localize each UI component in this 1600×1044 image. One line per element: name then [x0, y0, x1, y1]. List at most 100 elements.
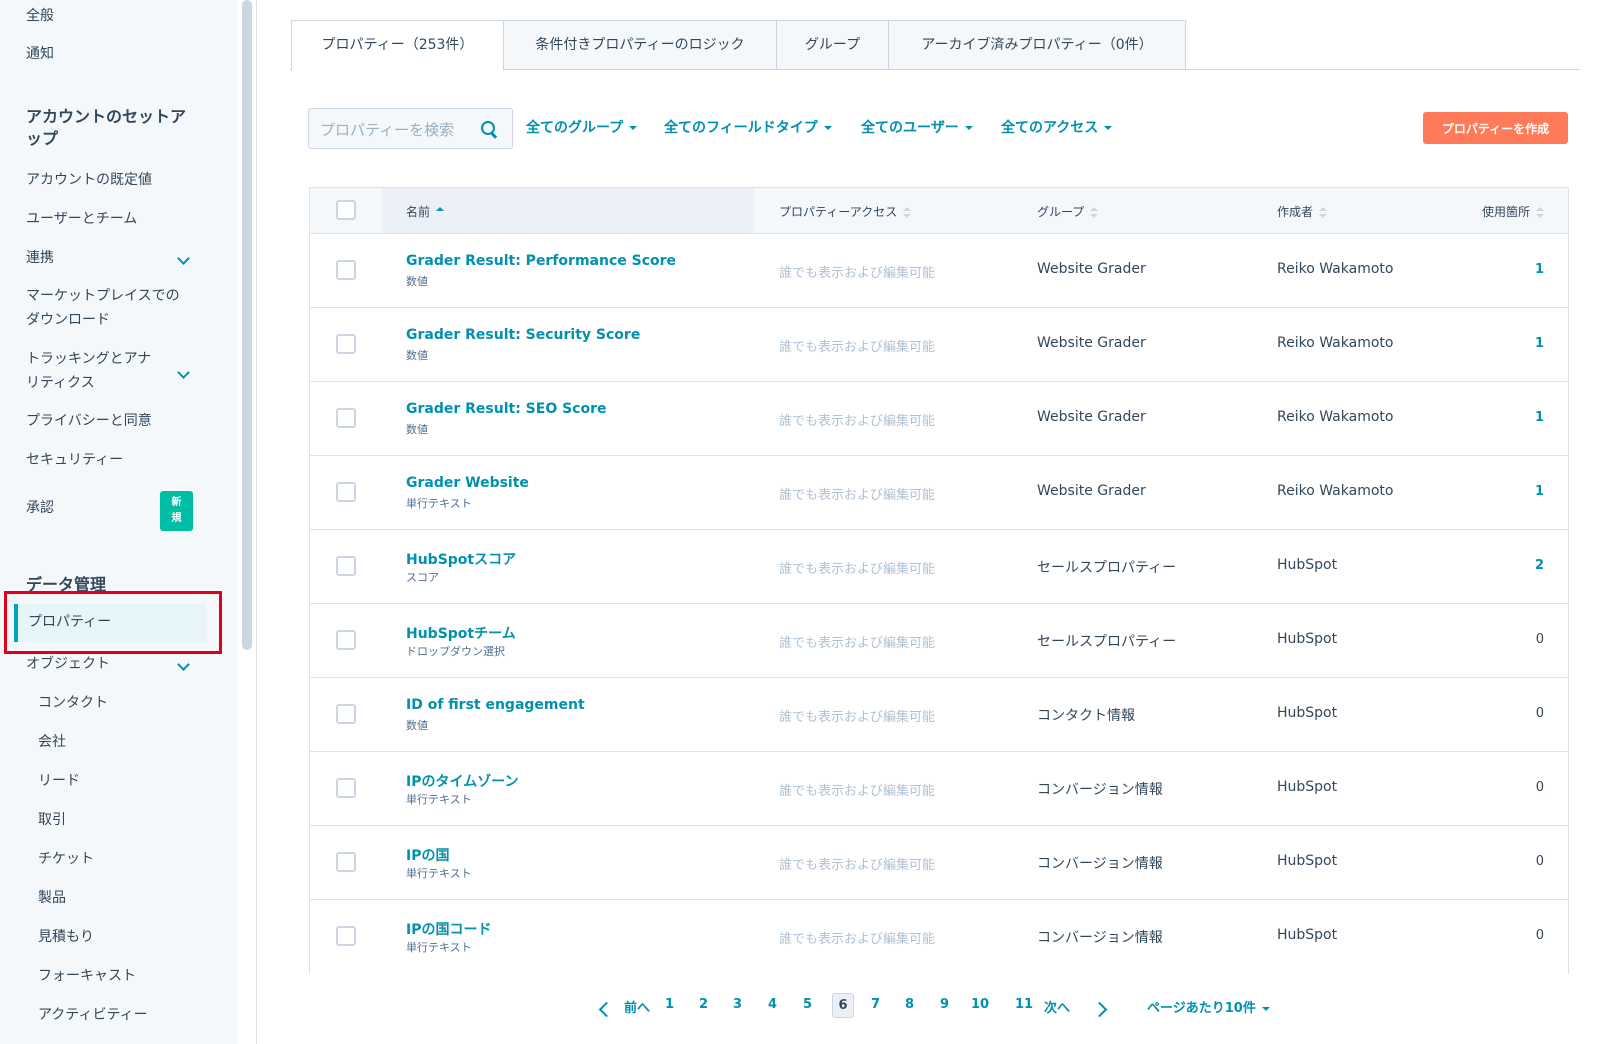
- property-group: Website Grader: [1037, 335, 1146, 351]
- property-name-link[interactable]: Grader Result: SEO Score: [406, 401, 607, 417]
- column-header-creator[interactable]: 作成者: [1277, 203, 1328, 220]
- property-name-link[interactable]: IPの国コード: [406, 919, 491, 939]
- sidebar-item-forecast[interactable]: フォーキャスト: [38, 964, 136, 988]
- property-name-link[interactable]: Grader Result: Security Score: [406, 327, 640, 343]
- property-access: 誰でも表示および編集可能: [779, 710, 936, 725]
- property-type: 単行テキスト: [406, 793, 472, 806]
- tab-properties[interactable]: プロパティー（253件）: [291, 20, 504, 71]
- field-type-filter-dropdown[interactable]: 全てのフィールドタイプ: [664, 117, 832, 137]
- page-8-button[interactable]: 8: [905, 997, 914, 1012]
- property-name-link[interactable]: Grader Website: [406, 475, 529, 491]
- property-name-link[interactable]: HubSpotチーム: [406, 623, 516, 643]
- sidebar-item-users-teams[interactable]: ユーザーとチーム: [26, 207, 137, 231]
- row-checkbox[interactable]: [336, 926, 356, 946]
- sidebar-item-objects[interactable]: オブジェクト: [26, 652, 110, 676]
- row-checkbox[interactable]: [336, 556, 356, 576]
- row-checkbox[interactable]: [336, 630, 356, 650]
- page-11-button[interactable]: 11: [1015, 997, 1033, 1012]
- row-checkbox[interactable]: [336, 482, 356, 502]
- sidebar-item-activities[interactable]: アクティビティー: [38, 1003, 148, 1027]
- user-filter-dropdown[interactable]: 全てのユーザー: [861, 117, 973, 137]
- property-usage-link[interactable]: 2: [1535, 558, 1544, 573]
- page-4-button[interactable]: 4: [768, 997, 777, 1012]
- select-all-checkbox[interactable]: [336, 200, 356, 220]
- property-name-link[interactable]: Grader Result: Performance Score: [406, 253, 676, 269]
- column-header-name[interactable]: 名前: [406, 203, 445, 220]
- chevron-down-icon[interactable]: [178, 256, 188, 266]
- sidebar-item-integrations[interactable]: 連携: [26, 246, 54, 270]
- page-7-button[interactable]: 7: [871, 997, 880, 1012]
- properties-table: 名前 プロパティーアクセス グループ 作成者 使用箇所 Grader Resul…: [309, 187, 1569, 974]
- page-1-button[interactable]: 1: [665, 997, 674, 1012]
- row-checkbox[interactable]: [336, 704, 356, 724]
- sidebar-item-quotes[interactable]: 見積もり: [38, 925, 94, 949]
- property-usage-link[interactable]: 1: [1535, 336, 1544, 351]
- search-icon[interactable]: [481, 121, 496, 136]
- sidebar-item-tickets[interactable]: チケット: [38, 847, 94, 871]
- page-9-button[interactable]: 9: [940, 997, 949, 1012]
- column-header-usage[interactable]: 使用箇所: [1482, 203, 1544, 220]
- property-usage-link[interactable]: 1: [1535, 484, 1544, 499]
- row-checkbox[interactable]: [336, 778, 356, 798]
- column-header-group[interactable]: グループ: [1037, 203, 1099, 220]
- sidebar-item-general[interactable]: 全般: [26, 4, 54, 28]
- column-header-access[interactable]: プロパティーアクセス: [779, 203, 912, 220]
- create-property-button[interactable]: プロパティーを作成: [1423, 112, 1568, 144]
- sidebar-item-security[interactable]: セキュリティー: [26, 448, 123, 472]
- search-input[interactable]: プロパティーを検索: [308, 108, 513, 149]
- property-access: 誰でも表示および編集可能: [779, 266, 936, 281]
- chevron-left-icon[interactable]: [598, 1004, 608, 1014]
- row-checkbox[interactable]: [336, 260, 356, 280]
- group-filter-label: 全てのグループ: [526, 120, 624, 136]
- property-name-link[interactable]: IPの国: [406, 845, 449, 865]
- page-10-button[interactable]: 10: [971, 997, 989, 1012]
- property-usage: 0: [1535, 706, 1544, 721]
- page-3-button[interactable]: 3: [733, 997, 742, 1012]
- page-6-current[interactable]: 6: [832, 993, 854, 1018]
- column-header-creator-label: 作成者: [1277, 205, 1314, 219]
- sidebar-item-contacts[interactable]: コンタクト: [38, 691, 108, 715]
- property-name-link[interactable]: HubSpotスコア: [406, 549, 516, 569]
- sidebar-item-companies[interactable]: 会社: [38, 730, 66, 754]
- chevron-down-icon[interactable]: [178, 662, 188, 672]
- property-access: 誰でも表示および編集可能: [779, 784, 936, 799]
- page-5-button[interactable]: 5: [803, 997, 812, 1012]
- sidebar-item-deals[interactable]: 取引: [38, 808, 66, 832]
- property-usage: 0: [1535, 632, 1544, 647]
- sidebar-item-tracking[interactable]: トラッキングとアナ リティクス: [26, 347, 151, 395]
- sidebar-item-privacy[interactable]: プライバシーと同意: [26, 409, 152, 433]
- property-creator: Reiko Wakamoto: [1277, 335, 1394, 351]
- sidebar-item-approvals[interactable]: 承認: [26, 496, 54, 520]
- table-row: IPの国コード 単行テキスト 誰でも表示および編集可能 コンバージョン情報 Hu…: [310, 900, 1568, 974]
- next-page-button[interactable]: 次へ: [1044, 997, 1070, 1016]
- group-filter-dropdown[interactable]: 全てのグループ: [526, 117, 638, 137]
- sidebar-item-marketplace[interactable]: マーケットプレイスでの ダウンロード: [26, 284, 180, 332]
- row-checkbox[interactable]: [336, 408, 356, 428]
- sidebar-item-products[interactable]: 製品: [38, 886, 66, 910]
- property-type: 数値: [406, 423, 428, 436]
- property-name-link[interactable]: IPのタイムゾーン: [406, 771, 519, 791]
- prev-page-button[interactable]: 前へ: [624, 997, 650, 1016]
- tab-archived-properties[interactable]: アーカイブ済みプロパティー（0件）: [888, 20, 1186, 70]
- property-usage-link[interactable]: 1: [1535, 410, 1544, 425]
- row-checkbox[interactable]: [336, 334, 356, 354]
- search-placeholder: プロパティーを検索: [320, 121, 455, 139]
- table-row: Grader Result: SEO Score 数値 誰でも表示および編集可能…: [310, 382, 1568, 456]
- property-name-link[interactable]: ID of first engagement: [406, 697, 585, 713]
- access-filter-dropdown[interactable]: 全てのアクセス: [1001, 117, 1113, 137]
- sidebar-item-notifications[interactable]: 通知: [26, 42, 54, 66]
- tab-conditional-logic[interactable]: 条件付きプロパティーのロジック: [503, 20, 777, 70]
- sidebar-scrollbar[interactable]: [242, 0, 252, 650]
- sidebar-item-leads[interactable]: リード: [38, 769, 80, 793]
- page-2-button[interactable]: 2: [699, 997, 708, 1012]
- table-row: HubSpotチーム ドロップダウン選択 誰でも表示および編集可能 セールスプロ…: [310, 604, 1568, 678]
- row-checkbox[interactable]: [336, 852, 356, 872]
- sidebar-item-tracking-line2: リティクス: [26, 375, 95, 391]
- sidebar-item-account-defaults[interactable]: アカウントの既定値: [26, 168, 152, 192]
- chevron-down-icon[interactable]: [178, 370, 188, 380]
- per-page-dropdown[interactable]: ページあたり10件: [1147, 997, 1270, 1016]
- tab-groups[interactable]: グループ: [776, 20, 889, 70]
- chevron-right-icon[interactable]: [1098, 1004, 1108, 1014]
- property-usage-link[interactable]: 1: [1535, 262, 1544, 277]
- property-access: 誰でも表示および編集可能: [779, 562, 936, 577]
